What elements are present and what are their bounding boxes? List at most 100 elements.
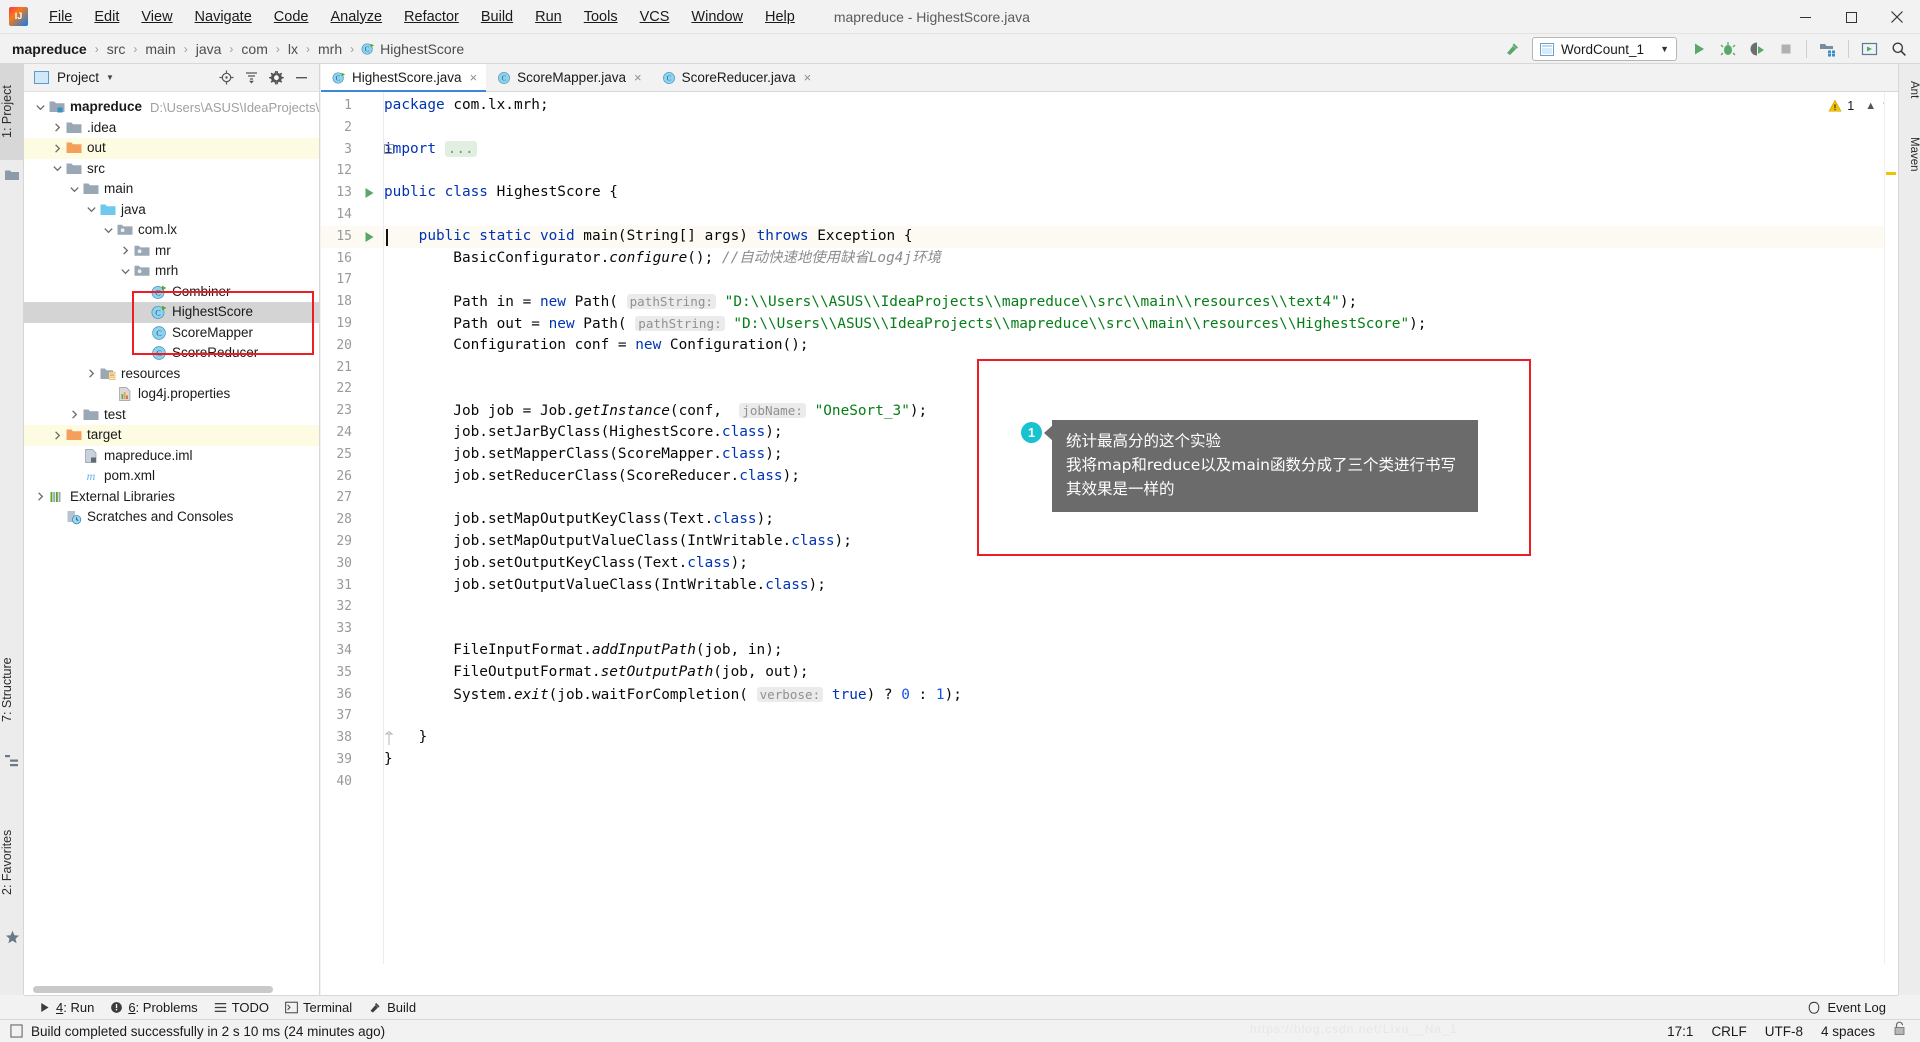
settings-button[interactable] — [264, 66, 288, 90]
select-opened-file-button[interactable] — [1856, 36, 1883, 62]
editor-tab-bar[interactable]: C HighestScore.java × C ScoreMapper.java… — [321, 64, 1898, 92]
chevron-right-icon[interactable] — [51, 429, 64, 442]
project-structure-button[interactable] — [1814, 36, 1841, 62]
tab-close-icon[interactable]: × — [470, 70, 478, 85]
menu-navigate[interactable]: Navigate — [184, 5, 263, 29]
breadcrumb[interactable]: mapreduce › src › main › java › com › lx… — [0, 41, 465, 57]
menu-edit[interactable]: Edit — [83, 5, 130, 29]
project-panel-hscrollbar[interactable] — [33, 986, 273, 993]
code-line[interactable]: public class HighestScore { — [384, 182, 618, 204]
tree-node-scorereducer[interactable]: C ScoreReducer — [24, 343, 319, 364]
run-configuration-selector[interactable]: WordCount_1 ▼ — [1532, 37, 1677, 61]
build-project-button[interactable] — [1499, 36, 1526, 62]
tree-node-main[interactable]: main — [24, 179, 319, 200]
status-bar-right[interactable]: 17:1 CRLF UTF-8 4 spaces — [1667, 1021, 1920, 1041]
debug-button[interactable] — [1714, 36, 1741, 62]
hide-panel-button[interactable] — [289, 66, 313, 90]
code-line[interactable]: import ... — [384, 139, 477, 161]
tree-node-log4j-properties[interactable]: log4j.properties — [24, 384, 319, 405]
tree-node-pom-xml[interactable]: m pom.xml — [24, 466, 319, 487]
tab-close-icon[interactable]: × — [804, 70, 812, 85]
tree-node-resources[interactable]: resources — [24, 364, 319, 385]
tree-node-mr[interactable]: mr — [24, 241, 319, 262]
search-everywhere-button[interactable] — [1885, 36, 1912, 62]
main-toolbar[interactable]: WordCount_1 ▼ — [1499, 34, 1912, 64]
maximize-button[interactable] — [1828, 0, 1874, 34]
breadcrumb-item-class[interactable]: HighestScore — [379, 41, 465, 57]
menu-vcs[interactable]: VCS — [629, 5, 681, 29]
breadcrumb-item-com[interactable]: com — [240, 41, 268, 57]
chevron-down-icon[interactable] — [119, 265, 132, 278]
chevron-down-icon[interactable] — [102, 224, 115, 237]
collapse-all-button[interactable] — [239, 66, 263, 90]
editor-gutter[interactable]: 1 2 3 12 13 14 15 16 17 18 19 20 21 22 23 24 25 26 27 28 29 3… — [321, 92, 394, 964]
code-line[interactable]: Path in = new Path( pathString: "D:\\Use… — [384, 291, 1357, 313]
menu-view[interactable]: View — [130, 5, 183, 29]
tree-node-external-libraries[interactable]: External Libraries — [24, 487, 319, 508]
gutter-run-icon[interactable] — [362, 182, 376, 204]
menu-analyze[interactable]: Analyze — [319, 5, 393, 29]
chevron-right-icon[interactable] — [85, 367, 98, 380]
code-line[interactable]: System.exit(job.waitForCompletion( verbo… — [384, 684, 962, 706]
menu-file[interactable]: File — [38, 5, 83, 29]
tab-scorereducer-java[interactable]: C ScoreReducer.java × — [650, 64, 821, 91]
chevron-down-icon[interactable]: ▼ — [106, 73, 114, 82]
gutter-run-icon[interactable] — [362, 226, 376, 248]
stop-button[interactable] — [1772, 36, 1799, 62]
warning-marker[interactable] — [1886, 172, 1896, 175]
sidebar-item-project[interactable]: 1: Project — [0, 64, 24, 160]
tree-node-mapreduce[interactable]: mapreduce D:\Users\ASUS\IdeaProjects\m — [24, 97, 319, 118]
chevron-down-icon[interactable]: ▼ — [1660, 44, 1669, 54]
tab-scoremapper-java[interactable]: C ScoreMapper.java × — [486, 64, 651, 91]
code-line[interactable]: public static void main(String[] args) t… — [384, 226, 913, 248]
code-line[interactable]: BasicConfigurator.configure(); //自动快速地使用… — [384, 248, 941, 270]
menu-help[interactable]: Help — [754, 5, 806, 29]
menu-window[interactable]: Window — [680, 5, 754, 29]
tool-window-run[interactable]: 4: Run — [34, 996, 106, 1020]
code-line[interactable]: job.setMapperClass(ScoreMapper.class); — [384, 444, 782, 466]
tree-node-highestscore[interactable]: C HighestScore — [24, 302, 319, 323]
tree-node-test[interactable]: test — [24, 405, 319, 426]
chevron-right-icon[interactable] — [68, 408, 81, 421]
chevron-down-icon[interactable] — [68, 183, 81, 196]
menu-build[interactable]: Build — [470, 5, 524, 29]
sidebar-item-maven[interactable]: Maven — [1898, 120, 1920, 188]
breadcrumb-item-project[interactable]: mapreduce — [11, 41, 88, 57]
tool-window-todo[interactable]: TODO — [210, 996, 281, 1020]
tree-node-java[interactable]: java — [24, 200, 319, 221]
tree-node-mapreduce-iml[interactable]: mapreduce.iml — [24, 446, 319, 467]
code-line[interactable]: Configuration conf = new Configuration()… — [384, 335, 808, 357]
chevron-down-icon[interactable] — [34, 101, 47, 114]
code-line[interactable]: FileOutputFormat.setOutputPath(job, out)… — [384, 662, 808, 684]
event-log-button[interactable]: Event Log — [1807, 1000, 1898, 1015]
tool-window-build[interactable]: Build — [364, 996, 428, 1020]
code-line[interactable]: Job job = Job.getInstance(conf, jobName:… — [384, 400, 927, 422]
sidebar-item-ant[interactable]: Ant — [1898, 68, 1920, 112]
code-line[interactable]: job.setJarByClass(HighestScore.class); — [384, 422, 782, 444]
chevron-down-icon[interactable] — [51, 162, 64, 175]
breadcrumb-item-lx[interactable]: lx — [287, 41, 299, 57]
code-line[interactable]: FileInputFormat.addInputPath(job, in); — [384, 640, 782, 662]
code-line[interactable]: job.setOutputKeyClass(Text.class); — [384, 553, 748, 575]
tree-node-scoremapper[interactable]: C ScoreMapper — [24, 323, 319, 344]
code-line[interactable]: Path out = new Path( pathString: "D:\\Us… — [384, 313, 1426, 335]
tree-node-out[interactable]: out — [24, 138, 319, 159]
tab-close-icon[interactable]: × — [634, 70, 642, 85]
menu-refactor[interactable]: Refactor — [393, 5, 470, 29]
bottom-tool-window-bar[interactable]: 4: Run 6: Problems TODO Terminal Build E… — [24, 995, 1898, 1019]
right-tool-window-strip[interactable]: Ant Maven — [1898, 64, 1920, 995]
chevron-right-icon[interactable] — [51, 121, 64, 134]
menu-code[interactable]: Code — [263, 5, 320, 29]
file-encoding[interactable]: UTF-8 — [1765, 1024, 1803, 1039]
tree-node--idea[interactable]: .idea — [24, 118, 319, 139]
left-tool-window-strip[interactable]: 1: Project 7: Structure 2: Favorites — [0, 64, 24, 995]
inspection-marker-strip[interactable] — [1884, 92, 1898, 964]
tool-window-terminal[interactable]: Terminal — [281, 996, 364, 1020]
code-line[interactable]: job.setOutputValueClass(IntWritable.clas… — [384, 575, 826, 597]
chevron-right-icon[interactable] — [34, 490, 47, 503]
tab-highestscore-java[interactable]: C HighestScore.java × — [321, 64, 487, 92]
inspection-widget[interactable]: 1 ▲ ▼ — [1708, 92, 1898, 120]
tree-node-scratches-and-consoles[interactable]: Scratches and Consoles — [24, 507, 319, 528]
window-controls[interactable] — [1782, 0, 1920, 34]
chevron-right-icon[interactable] — [119, 244, 132, 257]
